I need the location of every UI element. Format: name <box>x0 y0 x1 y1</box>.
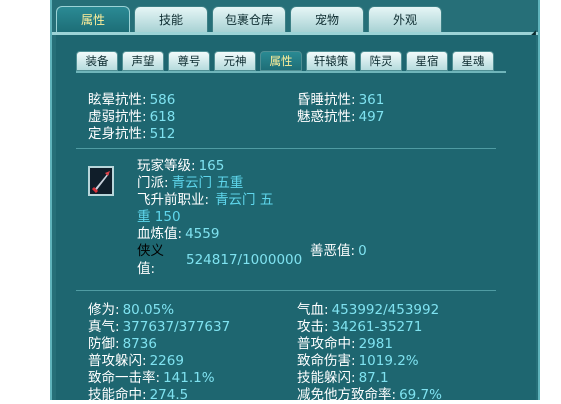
prev-class-value: 青云门 五 <box>215 192 274 208</box>
sect-value: 青云门 五重 <box>171 175 244 191</box>
hit-row: 普攻命中: 2981 <box>297 336 393 353</box>
tab-skills[interactable]: 技能 <box>134 6 208 32</box>
chivalry-label-2: 值: <box>137 261 156 277</box>
subtab-constellation[interactable]: 星宿 <box>406 51 448 71</box>
blood-row: 血炼值: 4559 <box>137 226 219 243</box>
attack-label: 攻击: <box>297 319 329 335</box>
skilldodge-value: 87.1 <box>358 370 389 386</box>
hp-row: 气血: 453992/453992 <box>297 302 439 319</box>
skillhit-value: 274.5 <box>149 387 189 403</box>
sword-icon <box>90 168 112 194</box>
qi-label: 真气: <box>88 319 120 335</box>
dodge-row: 普攻躲闪: 2269 <box>88 353 184 370</box>
root-resist-label: 定身抗性: <box>88 126 147 142</box>
subtab-equipment[interactable]: 装备 <box>76 51 118 71</box>
reduce-value: 69.7% <box>399 387 442 403</box>
resistance-row-1b: 昏睡抗性: 361 <box>297 92 384 109</box>
skilldodge-row: 技能躲闪: 87.1 <box>297 370 389 387</box>
subtab-spirit[interactable]: 元神 <box>214 51 256 71</box>
tab-inventory[interactable]: 包裹仓库 <box>212 6 286 32</box>
blood-value: 4559 <box>185 226 220 242</box>
subtab-xuanyuan[interactable]: 轩辕策 <box>306 51 356 71</box>
critdmg-value: 1019.2% <box>358 353 419 369</box>
subtab-starsoul[interactable]: 星魂 <box>452 51 494 71</box>
prev-class-label: 飞升前职业: <box>137 192 210 208</box>
subtab-title[interactable]: 尊号 <box>168 51 210 71</box>
resistance-row-2b: 魅惑抗性: 497 <box>297 109 384 126</box>
karma-value: 0 <box>358 243 367 259</box>
karma-row: 善恶值: 0 <box>310 243 367 260</box>
defense-label: 防御: <box>88 336 120 352</box>
skillhit-row: 技能命中: 274.5 <box>88 387 188 404</box>
defense-value: 8736 <box>122 336 157 352</box>
level-row: 玩家等级: 165 <box>137 158 224 175</box>
resistance-row-1: 眩晕抗性: 586 <box>88 92 175 109</box>
subtab-divider <box>76 71 506 73</box>
resistance-row-3: 定身抗性: 512 <box>88 126 175 143</box>
stun-resist-value: 586 <box>149 92 176 108</box>
critdmg-row: 致命伤害: 1019.2% <box>297 353 419 370</box>
dodge-value: 2269 <box>149 353 184 369</box>
defense-row: 防御: 8736 <box>88 336 157 353</box>
dodge-label: 普攻躲闪: <box>88 353 147 369</box>
skillhit-label: 技能命中: <box>88 387 147 403</box>
skilldodge-label: 技能躲闪: <box>297 370 356 386</box>
cultivation-label: 修为: <box>88 302 120 318</box>
prev-class-row-cont: 重 150 <box>137 209 181 226</box>
stun-resist-label: 眩晕抗性: <box>88 92 147 108</box>
charm-resist-label: 魅惑抗性: <box>297 109 356 125</box>
attack-row: 攻击: 34261-35271 <box>297 319 422 336</box>
reduce-row: 减免他方致命率: 69.7% <box>297 387 442 404</box>
attack-value: 34261-35271 <box>331 319 423 335</box>
chivalry-label-1: 侠义 <box>137 243 164 259</box>
subtab-reputation[interactable]: 声望 <box>122 51 164 71</box>
prev-class-value-cont: 重 150 <box>137 209 181 225</box>
section-divider <box>76 148 496 149</box>
karma-label: 善恶值: <box>310 243 356 259</box>
sleep-resist-label: 昏睡抗性: <box>297 92 356 108</box>
level-label: 玩家等级: <box>137 158 196 174</box>
hp-label: 气血: <box>297 302 329 318</box>
critdmg-label: 致命伤害: <box>297 353 356 369</box>
section-divider-2 <box>76 290 496 291</box>
sleep-resist-value: 361 <box>358 92 385 108</box>
qi-row: 真气: 377637/377637 <box>88 319 230 336</box>
tab-attributes[interactable]: 属性 <box>56 6 130 32</box>
weak-resist-label: 虚弱抗性: <box>88 109 147 125</box>
blood-label: 血炼值: <box>137 226 183 242</box>
crit-row: 致命一击率: 141.1% <box>88 370 215 387</box>
hp-value: 453992/453992 <box>331 302 440 318</box>
character-panel: 属性 技能 包裹仓库 宠物 外观 ◢ 装备 声望 尊号 元神 属性 轩辕策 阵灵… <box>50 0 540 403</box>
subtab-formation[interactable]: 阵灵 <box>360 51 402 71</box>
crit-label: 致命一击率: <box>88 370 161 386</box>
class-avatar[interactable] <box>88 166 114 196</box>
cultivation-value: 80.05% <box>122 302 175 318</box>
root-resist-value: 512 <box>149 126 176 142</box>
hit-label: 普攻命中: <box>297 336 356 352</box>
tab-pets[interactable]: 宠物 <box>290 6 364 32</box>
cultivation-row: 修为: 80.05% <box>88 302 174 319</box>
hit-value: 2981 <box>358 336 393 352</box>
weak-resist-value: 618 <box>149 109 176 125</box>
qi-value: 377637/377637 <box>122 319 231 335</box>
tab-appearance[interactable]: 外观 <box>368 6 442 32</box>
sect-row: 门派: 青云门 五重 <box>137 175 243 192</box>
chivalry-value: 524817/1000000 <box>186 252 303 268</box>
attributes-content: 装备 声望 尊号 元神 属性 轩辕策 阵灵 星宿 星魂 眩晕抗性: 586 昏睡抗… <box>56 35 536 403</box>
crit-value: 141.1% <box>163 370 215 386</box>
level-value: 165 <box>198 158 225 174</box>
subtab-attributes[interactable]: 属性 <box>260 51 302 71</box>
prev-class-row: 飞升前职业: 青云门 五 <box>137 192 273 209</box>
sect-label: 门派: <box>137 175 169 191</box>
reduce-label: 减免他方致命率: <box>297 387 397 403</box>
charm-resist-value: 497 <box>358 109 385 125</box>
resistance-row-2: 虚弱抗性: 618 <box>88 109 175 126</box>
